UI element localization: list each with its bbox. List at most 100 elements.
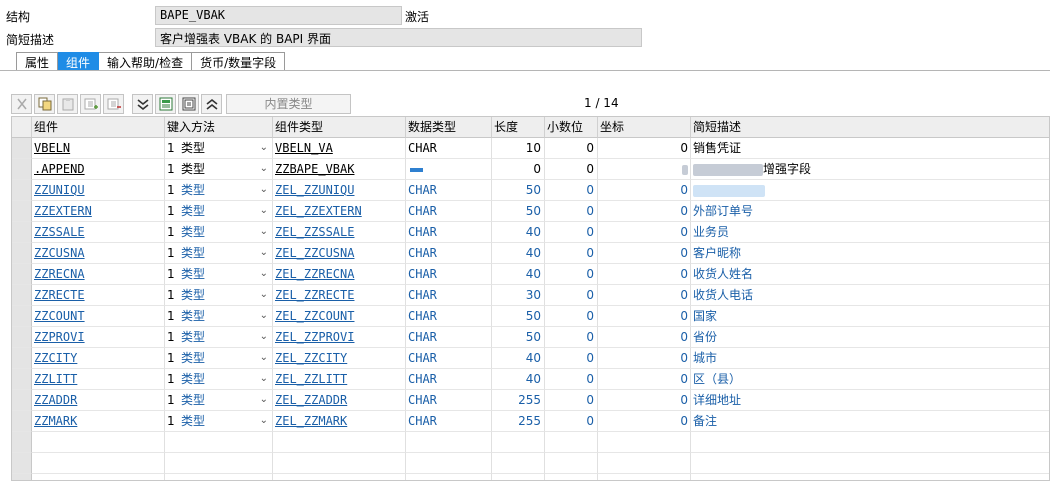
typing-method-cell[interactable]: 1 类型 ⌄: [165, 243, 273, 264]
component-name[interactable]: ZZEXTERN: [34, 204, 92, 218]
col-header-component-type[interactable]: 组件类型: [273, 117, 406, 138]
chevron-down-icon[interactable]: ⌄: [260, 159, 268, 179]
row-selector[interactable]: [12, 369, 32, 390]
cut-button[interactable]: [11, 93, 32, 114]
component-type-value[interactable]: ZEL_ZZEXTERN: [275, 204, 362, 218]
col-header-short-description[interactable]: 简短描述: [691, 117, 1049, 138]
table-row[interactable]: ZZPROVI 1 类型 ⌄ ZEL_ZZPROVI CHAR 50 0 0 省份: [12, 327, 1049, 348]
chevron-down-icon[interactable]: ⌄: [260, 327, 268, 347]
typing-method-cell[interactable]: [165, 453, 273, 474]
table-row[interactable]: ZZLITT 1 类型 ⌄ ZEL_ZZLITT CHAR 40 0 0 区（县）: [12, 369, 1049, 390]
component-cell[interactable]: .APPEND: [32, 159, 165, 180]
delete-row-button[interactable]: [103, 93, 124, 114]
component-type-value[interactable]: ZEL_ZZCITY: [275, 351, 347, 365]
component-type-value[interactable]: ZEL_ZZRECNA: [275, 267, 354, 281]
row-selector[interactable]: [12, 243, 32, 264]
row-selector[interactable]: [12, 138, 32, 159]
row-selector[interactable]: [12, 453, 32, 474]
table-row[interactable]: ZZEXTERN 1 类型 ⌄ ZEL_ZZEXTERN CHAR 50 0 0 外…: [12, 201, 1049, 222]
typing-method-cell[interactable]: [165, 432, 273, 453]
component-type-value[interactable]: ZZBAPE_VBAK: [275, 162, 354, 176]
row-selector[interactable]: [12, 306, 32, 327]
typing-method-cell[interactable]: 1 类型 ⌄: [165, 138, 273, 159]
component-type-cell[interactable]: ZEL_ZZCUSNA: [273, 243, 406, 264]
component-name[interactable]: ZZPROVI: [34, 330, 85, 344]
tab-components[interactable]: 组件: [58, 52, 100, 71]
table-row[interactable]: ZZCITY 1 类型 ⌄ ZEL_ZZCITY CHAR 40 0 0 城市: [12, 348, 1049, 369]
short-desc-field[interactable]: 客户增强表 VBAK 的 BAPI 界面: [155, 28, 642, 47]
typing-method-cell[interactable]: 1 类型 ⌄: [165, 306, 273, 327]
row-selector[interactable]: [12, 285, 32, 306]
component-cell[interactable]: ZZUNIQU: [32, 180, 165, 201]
component-cell[interactable]: ZZEXTERN: [32, 201, 165, 222]
chevron-down-icon[interactable]: ⌄: [260, 369, 268, 389]
component-type-cell[interactable]: [273, 474, 406, 480]
insert-row-button[interactable]: [80, 93, 101, 114]
select-all-corner[interactable]: [12, 117, 32, 138]
component-type-cell[interactable]: ZEL_ZZUNIQU: [273, 180, 406, 201]
chevron-down-icon[interactable]: ⌄: [260, 348, 268, 368]
component-type-cell[interactable]: VBELN_VA: [273, 138, 406, 159]
component-type-value[interactable]: ZEL_ZZLITT: [275, 372, 347, 386]
component-name[interactable]: ZZCUSNA: [34, 246, 85, 260]
component-name[interactable]: ZZRECNA: [34, 267, 85, 281]
typing-method-cell[interactable]: [165, 474, 273, 480]
table-row[interactable]: ZZRECTE 1 类型 ⌄ ZEL_ZZRECTE CHAR 30 0 0 收货人…: [12, 285, 1049, 306]
row-selector[interactable]: [12, 327, 32, 348]
component-name[interactable]: .APPEND: [34, 162, 85, 176]
copy-button[interactable]: [34, 93, 55, 114]
component-type-cell[interactable]: ZZBAPE_VBAK: [273, 159, 406, 180]
component-type-value[interactable]: ZEL_ZZRECTE: [275, 288, 354, 302]
expand-button[interactable]: [201, 93, 222, 114]
row-selector[interactable]: [12, 411, 32, 432]
typing-method-cell[interactable]: 1 类型 ⌄: [165, 411, 273, 432]
component-type-cell[interactable]: ZEL_ZZCITY: [273, 348, 406, 369]
component-name[interactable]: ZZRECTE: [34, 288, 85, 302]
chevron-down-icon[interactable]: ⌄: [260, 138, 268, 158]
component-type-value[interactable]: ZEL_ZZPROVI: [275, 330, 354, 344]
col-header-length[interactable]: 长度: [492, 117, 545, 138]
layout-button[interactable]: [178, 93, 199, 114]
table-row[interactable]: ZZCOUNT 1 类型 ⌄ ZEL_ZZCOUNT CHAR 50 0 0 国家: [12, 306, 1049, 327]
component-type-cell[interactable]: ZEL_ZZEXTERN: [273, 201, 406, 222]
typing-method-cell[interactable]: 1 类型 ⌄: [165, 159, 273, 180]
component-type-cell[interactable]: ZEL_ZZPROVI: [273, 327, 406, 348]
col-header-decimals[interactable]: 小数位: [545, 117, 598, 138]
col-header-coordinate[interactable]: 坐标: [598, 117, 691, 138]
typing-method-cell[interactable]: 1 类型 ⌄: [165, 390, 273, 411]
row-selector[interactable]: [12, 159, 32, 180]
component-type-cell[interactable]: ZEL_ZZRECNA: [273, 264, 406, 285]
tab-currency-quantity-fields[interactable]: 货币/数量字段: [192, 52, 286, 71]
row-selector[interactable]: [12, 432, 32, 453]
component-type-cell[interactable]: [273, 432, 406, 453]
table-view-button[interactable]: [155, 93, 176, 114]
table-row[interactable]: VBELN 1 类型 ⌄ VBELN_VA CHAR 10 0 0 销售凭证: [12, 138, 1049, 159]
component-type-cell[interactable]: ZEL_ZZMARK: [273, 411, 406, 432]
typing-method-cell[interactable]: 1 类型 ⌄: [165, 369, 273, 390]
component-cell[interactable]: [32, 432, 165, 453]
paste-button[interactable]: [57, 93, 78, 114]
component-cell[interactable]: [32, 453, 165, 474]
chevron-down-icon[interactable]: ⌄: [260, 243, 268, 263]
component-cell[interactable]: ZZSSALE: [32, 222, 165, 243]
component-cell[interactable]: ZZMARK: [32, 411, 165, 432]
typing-method-cell[interactable]: 1 类型 ⌄: [165, 222, 273, 243]
chevron-down-icon[interactable]: ⌄: [260, 180, 268, 200]
typing-method-cell[interactable]: 1 类型 ⌄: [165, 264, 273, 285]
component-cell[interactable]: ZZCUSNA: [32, 243, 165, 264]
component-type-value[interactable]: ZEL_ZZCOUNT: [275, 309, 354, 323]
chevron-down-icon[interactable]: ⌄: [260, 390, 268, 410]
chevron-down-icon[interactable]: ⌄: [260, 306, 268, 326]
row-selector[interactable]: [12, 222, 32, 243]
tab-attributes[interactable]: 属性: [16, 52, 59, 71]
component-type-cell[interactable]: ZEL_ZZCOUNT: [273, 306, 406, 327]
col-header-typing-method[interactable]: 键入方法: [165, 117, 273, 138]
component-cell[interactable]: ZZCITY: [32, 348, 165, 369]
row-selector[interactable]: [12, 180, 32, 201]
table-row[interactable]: [12, 453, 1049, 474]
table-row[interactable]: [12, 432, 1049, 453]
row-selector[interactable]: [12, 474, 32, 480]
row-selector[interactable]: [12, 264, 32, 285]
chevron-down-icon[interactable]: ⌄: [260, 222, 268, 242]
component-cell[interactable]: ZZADDR: [32, 390, 165, 411]
